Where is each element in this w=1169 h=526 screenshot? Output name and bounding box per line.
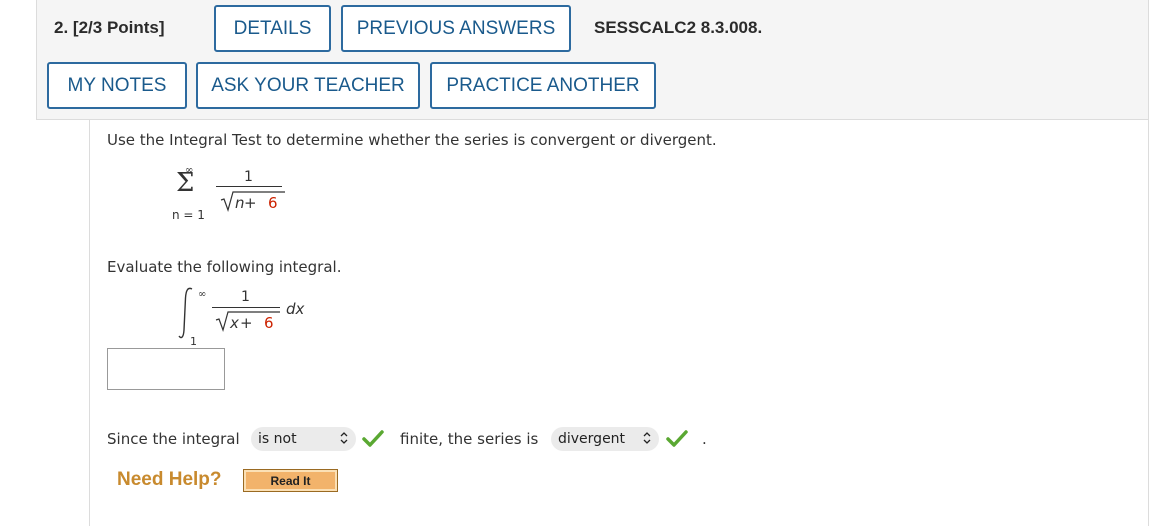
series-type-select[interactable]: divergent xyxy=(551,427,659,451)
my-notes-button[interactable]: MY NOTES xyxy=(47,62,187,109)
series-radicand-op: + xyxy=(244,194,257,212)
practice-another-button[interactable]: PRACTICE ANOTHER xyxy=(430,62,656,109)
integral-upper-limit: ∞ xyxy=(198,289,207,300)
read-it-button[interactable]: Read It xyxy=(243,469,338,492)
integral-answer-input[interactable] xyxy=(107,348,225,390)
question-title: 2. [2/3 Points] xyxy=(54,18,165,38)
question-id: SESSCALC2 8.3.008. xyxy=(594,18,763,37)
sigma-icon: Σ xyxy=(176,168,195,198)
integral-lower-limit: 1 xyxy=(190,335,197,348)
integral-differential: dx xyxy=(286,300,305,318)
integral-numerator: 1 xyxy=(241,289,250,305)
evaluate-instruction: Evaluate the following integral. xyxy=(107,258,342,276)
integral-finite-select-value: is not xyxy=(258,431,297,447)
details-button[interactable]: DETAILS xyxy=(214,5,331,52)
integral-sign-icon xyxy=(178,287,193,339)
integral-radicand-var: x xyxy=(230,314,239,332)
chevron-updown-icon xyxy=(642,430,652,449)
question-prompt: Use the Integral Test to determine wheth… xyxy=(107,131,717,149)
question-points: [2/3 Points] xyxy=(72,18,165,37)
integral-fraction-bar xyxy=(212,307,280,308)
series-type-select-value: divergent xyxy=(558,431,626,447)
integral-finite-select[interactable]: is not xyxy=(251,427,356,451)
previous-answers-button[interactable]: PREVIOUS ANSWERS xyxy=(341,5,571,52)
integral-radicand-op: + xyxy=(240,314,253,332)
conclusion-prefix: Since the integral xyxy=(107,430,240,448)
series-numerator: 1 xyxy=(244,169,253,185)
integral-radicand-const: 6 xyxy=(264,314,274,332)
ask-teacher-button[interactable]: ASK YOUR TEACHER xyxy=(196,62,420,109)
checkmark-icon xyxy=(666,430,688,447)
conclusion-middle: finite, the series is xyxy=(400,430,539,448)
series-radicand-const: 6 xyxy=(268,194,278,212)
chevron-updown-icon xyxy=(339,430,349,449)
question-number: 2. xyxy=(54,18,69,37)
need-help-label: Need Help? xyxy=(117,469,222,490)
series-fraction-bar xyxy=(216,186,282,187)
conclusion-suffix: . xyxy=(702,430,707,448)
series-lower-limit: n = 1 xyxy=(172,208,205,222)
checkmark-icon xyxy=(362,430,384,447)
